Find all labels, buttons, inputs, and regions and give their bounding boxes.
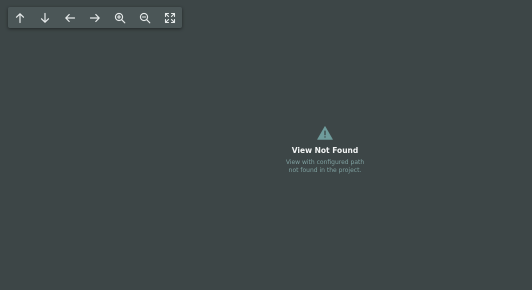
fullscreen-icon (164, 12, 175, 23)
warning-icon (317, 126, 333, 140)
message-description: View with configured path not found in t… (285, 159, 365, 174)
zoom-in-button[interactable] (107, 7, 132, 28)
message-title: View Not Found (291, 146, 359, 155)
arrow-up-icon (16, 12, 25, 23)
zoom-out-icon (139, 12, 151, 23)
arrow-right-icon (89, 13, 100, 22)
zoom-out-button[interactable] (132, 7, 157, 28)
zoom-in-icon (114, 12, 126, 23)
fullscreen-button[interactable] (157, 7, 182, 28)
arrow-left-icon (65, 13, 76, 22)
pan-left-button[interactable] (58, 7, 83, 28)
pan-down-button[interactable] (33, 7, 58, 28)
view-not-found-message: View Not Found View with configured path… (275, 126, 375, 175)
map-navigation-toolbar (8, 7, 182, 28)
arrow-down-icon (41, 12, 50, 23)
pan-up-button[interactable] (8, 7, 33, 28)
pan-right-button[interactable] (83, 7, 108, 28)
